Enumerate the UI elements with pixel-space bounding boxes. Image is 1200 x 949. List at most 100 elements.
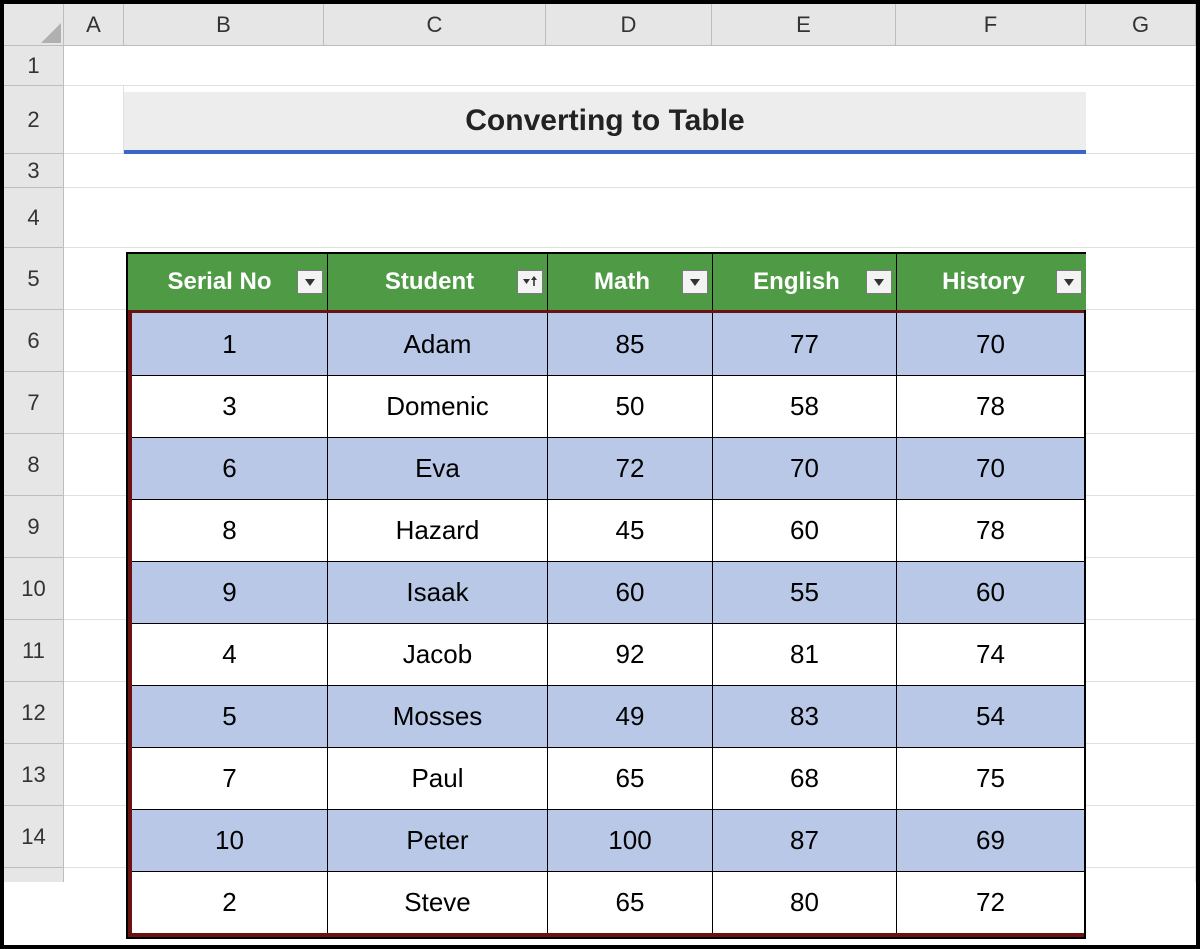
rowhead-7[interactable]: 7 — [4, 372, 64, 434]
table-row[interactable]: 7Paul656875 — [132, 747, 1080, 809]
cell-math[interactable]: 72 — [548, 437, 713, 499]
cell-serial[interactable]: 5 — [132, 685, 328, 747]
cell-math[interactable]: 45 — [548, 499, 713, 561]
cell-english[interactable]: 77 — [713, 313, 897, 375]
cell-student[interactable]: Hazard — [328, 499, 548, 561]
cell-math[interactable]: 49 — [548, 685, 713, 747]
colhead-G[interactable]: G — [1086, 4, 1196, 46]
cell-history[interactable]: 74 — [897, 623, 1084, 685]
cell-student[interactable]: Adam — [328, 313, 548, 375]
cell-history[interactable]: 78 — [897, 375, 1084, 437]
cell-serial[interactable]: 8 — [132, 499, 328, 561]
cell-history[interactable]: 54 — [897, 685, 1084, 747]
filter-button-math[interactable] — [682, 270, 708, 294]
rowhead-4[interactable]: 4 — [4, 188, 64, 248]
table-row[interactable]: 2Steve658072 — [132, 871, 1080, 933]
rowhead-12[interactable]: 12 — [4, 682, 64, 744]
rowhead-11[interactable]: 11 — [4, 620, 64, 682]
th-label: Serial No — [167, 268, 271, 296]
cell-english[interactable]: 55 — [713, 561, 897, 623]
cell-student[interactable]: Steve — [328, 871, 548, 933]
cell-history[interactable]: 72 — [897, 871, 1084, 933]
cell-english[interactable]: 80 — [713, 871, 897, 933]
cell-student[interactable]: Isaak — [328, 561, 548, 623]
cell-english[interactable]: 81 — [713, 623, 897, 685]
colhead-A[interactable]: A — [64, 4, 124, 46]
cell-math[interactable]: 65 — [548, 747, 713, 809]
cell-math[interactable]: 50 — [548, 375, 713, 437]
cell-math[interactable]: 92 — [548, 623, 713, 685]
cell-english[interactable]: 83 — [713, 685, 897, 747]
rowhead-9[interactable]: 9 — [4, 496, 64, 558]
rowhead-2[interactable]: 2 — [4, 86, 64, 154]
filter-button-english[interactable] — [866, 270, 892, 294]
colhead-E[interactable]: E — [712, 4, 896, 46]
cell-student[interactable]: Jacob — [328, 623, 548, 685]
cell-history[interactable]: 69 — [897, 809, 1084, 871]
table-row[interactable]: 9Isaak605560 — [132, 561, 1080, 623]
filter-button-student[interactable] — [517, 270, 543, 294]
cell-math[interactable]: 60 — [548, 561, 713, 623]
cell-serial[interactable]: 9 — [132, 561, 328, 623]
cell-english[interactable]: 58 — [713, 375, 897, 437]
table-row[interactable]: 5Mosses498354 — [132, 685, 1080, 747]
cell-G2[interactable] — [1086, 86, 1196, 154]
cell-serial[interactable]: 2 — [132, 871, 328, 933]
cell-A2[interactable] — [64, 86, 124, 154]
cell-history[interactable]: 70 — [897, 437, 1084, 499]
cell-serial[interactable]: 1 — [132, 313, 328, 375]
cell-student[interactable]: Domenic — [328, 375, 548, 437]
cell-student[interactable]: Mosses — [328, 685, 548, 747]
cell-history[interactable]: 78 — [897, 499, 1084, 561]
rowhead-3[interactable]: 3 — [4, 154, 64, 188]
select-all-corner[interactable] — [4, 4, 64, 46]
chevron-down-icon — [873, 277, 885, 287]
spreadsheet-frame: A B C D E F G 1 2 Converting to Table 3 … — [2, 2, 1198, 947]
table-row[interactable]: 3Domenic505878 — [132, 375, 1080, 437]
colhead-C[interactable]: C — [324, 4, 546, 46]
rowhead-10[interactable]: 10 — [4, 558, 64, 620]
cell-student[interactable]: Paul — [328, 747, 548, 809]
table-row[interactable]: 8Hazard456078 — [132, 499, 1080, 561]
cell-serial[interactable]: 10 — [132, 809, 328, 871]
table-row[interactable]: 6Eva727070 — [132, 437, 1080, 499]
filter-button-serial[interactable] — [297, 270, 323, 294]
cell-math[interactable]: 65 — [548, 871, 713, 933]
cell-math[interactable]: 100 — [548, 809, 713, 871]
rowhead-1[interactable]: 1 — [4, 46, 64, 86]
rowhead-6[interactable]: 6 — [4, 310, 64, 372]
th-student[interactable]: Student — [328, 254, 548, 310]
cell-serial[interactable]: 6 — [132, 437, 328, 499]
filter-button-history[interactable] — [1056, 270, 1082, 294]
cell-range-row4[interactable] — [64, 188, 1196, 248]
cell-math[interactable]: 85 — [548, 313, 713, 375]
cell-serial[interactable]: 7 — [132, 747, 328, 809]
table-row[interactable]: 1Adam857770 — [132, 313, 1080, 375]
table-row[interactable]: 4Jacob928174 — [132, 623, 1080, 685]
rowhead-13[interactable]: 13 — [4, 744, 64, 806]
th-serial-no[interactable]: Serial No — [128, 254, 328, 310]
cell-english[interactable]: 87 — [713, 809, 897, 871]
cell-history[interactable]: 70 — [897, 313, 1084, 375]
cell-serial[interactable]: 3 — [132, 375, 328, 437]
rowhead-8[interactable]: 8 — [4, 434, 64, 496]
cell-range-row3[interactable] — [64, 154, 1196, 188]
table-row[interactable]: 10Peter1008769 — [132, 809, 1080, 871]
rowhead-14[interactable]: 14 — [4, 806, 64, 868]
th-math[interactable]: Math — [548, 254, 713, 310]
th-history[interactable]: History — [897, 254, 1086, 310]
cell-english[interactable]: 68 — [713, 747, 897, 809]
cell-english[interactable]: 60 — [713, 499, 897, 561]
cell-history[interactable]: 60 — [897, 561, 1084, 623]
cell-english[interactable]: 70 — [713, 437, 897, 499]
colhead-B[interactable]: B — [124, 4, 324, 46]
cell-history[interactable]: 75 — [897, 747, 1084, 809]
th-english[interactable]: English — [713, 254, 897, 310]
colhead-D[interactable]: D — [546, 4, 712, 46]
cell-serial[interactable]: 4 — [132, 623, 328, 685]
cell-range-row1[interactable] — [64, 46, 1196, 86]
cell-student[interactable]: Peter — [328, 809, 548, 871]
colhead-F[interactable]: F — [896, 4, 1086, 46]
rowhead-5[interactable]: 5 — [4, 248, 64, 310]
cell-student[interactable]: Eva — [328, 437, 548, 499]
